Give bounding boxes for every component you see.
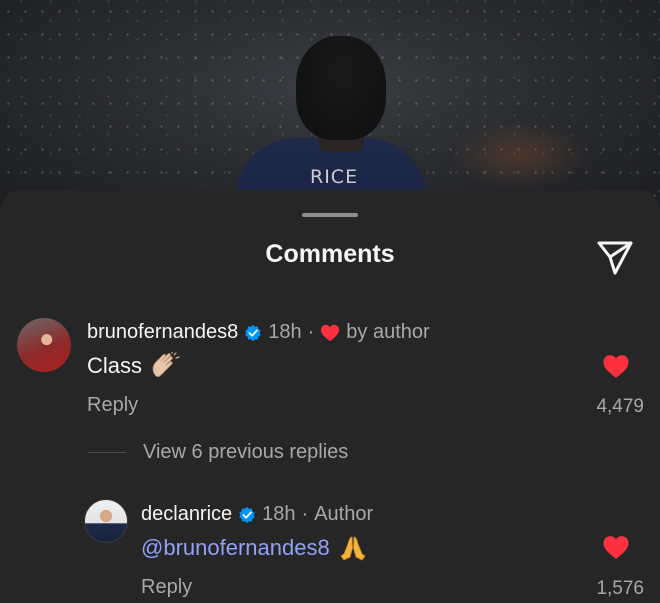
like-count: 4,479 [596, 396, 644, 417]
share-button[interactable] [592, 234, 638, 280]
player-head [296, 36, 386, 140]
avatar[interactable] [17, 318, 71, 372]
stadium-light [450, 120, 590, 190]
reply-button[interactable]: Reply [141, 576, 192, 599]
share-icon [597, 241, 633, 275]
view-previous-replies-button[interactable]: View 6 previous replies [143, 441, 348, 464]
jersey-name: RICE [310, 166, 359, 188]
replies-divider-line [88, 452, 126, 453]
comment-meta: brunofernandes8 18h · by author [87, 321, 430, 344]
meta-separator: · [301, 503, 309, 525]
meta-separator: · [307, 321, 315, 343]
heart-icon [320, 324, 340, 342]
pray-emoji [338, 534, 368, 562]
comment-username[interactable]: brunofernandes8 [87, 321, 238, 344]
avatar[interactable] [84, 499, 128, 543]
comment-text: Class [87, 353, 143, 378]
liked-by-author-label: by author [346, 321, 430, 343]
verified-icon [238, 506, 256, 524]
sheet-title: Comments [265, 240, 395, 268]
verified-icon [244, 324, 262, 342]
reply-meta: declanrice 18h · Author [141, 503, 373, 526]
like-button[interactable] [602, 535, 630, 560]
clap-emoji [150, 352, 180, 380]
reply-button[interactable]: Reply [87, 394, 138, 417]
heart-icon [603, 536, 629, 559]
comment-body: Class [87, 352, 180, 380]
like-button[interactable] [602, 354, 630, 379]
mention-link[interactable]: @brunofernandes8 [141, 535, 330, 561]
heart-icon [603, 355, 629, 378]
comment-time: 18h [268, 321, 302, 343]
reply-username[interactable]: declanrice [141, 503, 232, 526]
post-photo: RICE [0, 0, 660, 215]
reply-time: 18h [262, 503, 296, 525]
sheet-grabber[interactable] [302, 213, 358, 217]
author-badge: Author [314, 503, 374, 525]
like-count: 1,576 [596, 578, 644, 599]
reply-body: @brunofernandes8 [141, 534, 368, 562]
